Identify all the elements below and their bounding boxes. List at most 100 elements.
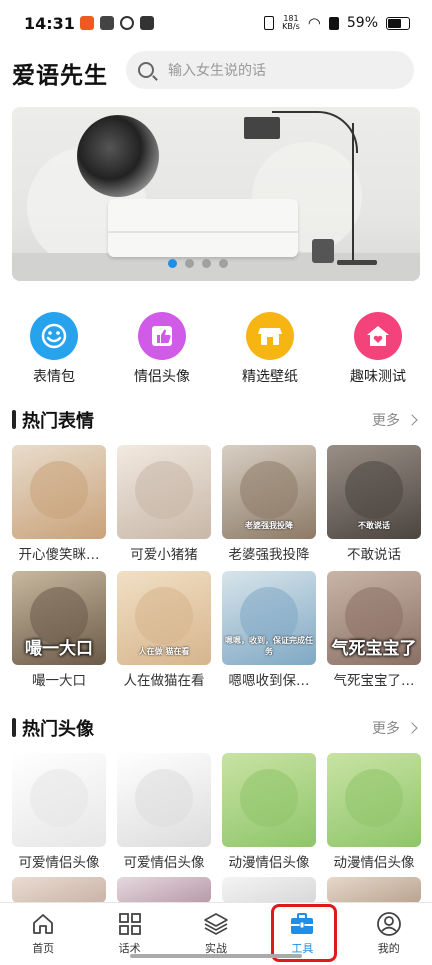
item-name: 气死宝宝了… [333,673,415,689]
thumbnail-image[interactable] [12,753,106,847]
category-label: 趣味测试 [350,369,406,385]
category-label: 情侣头像 [134,369,190,385]
more-label: 更多 [372,413,400,429]
avatar-item[interactable] [12,877,106,903]
search-placeholder[interactable]: 输入女生说的话 [168,60,266,80]
avatar-item[interactable]: 动漫情侣头像 [327,753,421,871]
section-bar [12,410,16,429]
thumbnail-caption: 不敢说话 [358,521,390,530]
thumbnail-image[interactable]: 嗯嗯，收到，保证完成任务 [222,571,316,665]
thumbnail-image[interactable] [12,877,106,903]
thumbnail-caption: 嗯嗯，收到，保证完成任务 [225,636,313,656]
status-bar: 14:31 181 KB/s ◠ 59% [0,0,432,50]
emoji-item[interactable]: 人在做 猫在看 人在做猫在看 [117,571,211,689]
hot-avatar-more-button[interactable]: 更多 [372,718,418,738]
thumbnail-image[interactable] [117,877,211,903]
banner-sofa [108,199,298,257]
hot-emoji-more-button[interactable]: 更多 [372,410,418,430]
item-name: 动漫情侣头像 [333,855,415,871]
section-bar [12,718,16,737]
store-icon [246,312,294,360]
header: 爱语先生 输入女生说的话 [0,50,432,92]
thumbnail-subject [135,769,193,827]
item-name: 嘬一大口 [32,673,86,689]
thumbnail-image[interactable] [327,753,421,847]
thumbnail-image[interactable] [327,877,421,903]
thumbnail-image[interactable] [222,753,316,847]
banner-lamp-arm [272,111,358,153]
tab-label: 我的 [377,942,400,955]
layers-icon [203,911,229,937]
avatar-item[interactable] [222,877,316,903]
banner-indicator [168,259,228,268]
thumbnail-image[interactable] [222,877,316,903]
item-name: 动漫情侣头像 [228,855,310,871]
wifi-icon: ◠ [307,14,321,32]
thumbnail-caption: 老婆强我投降 [245,521,293,530]
hot-avatar-title: 热门头像 [22,719,94,740]
tab-label: 首页 [32,942,55,955]
thumbnail-caption: 嘬一大口 [25,639,93,659]
thumbnail-image[interactable] [12,445,106,539]
banner-dot[interactable] [185,259,194,268]
home-icon [30,911,56,937]
thumbnail-image[interactable] [117,445,211,539]
thumbnail-subject [345,461,403,519]
thumbnail-image[interactable]: 嘬一大口 [12,571,106,665]
emoji-item[interactable]: 可爱小猪猪 [117,445,211,563]
banner-lamp-base [337,260,377,265]
tab-home[interactable]: 首页 [0,903,86,965]
avatar-item[interactable]: 动漫情侣头像 [222,753,316,871]
chevron-right-icon [406,414,418,426]
category-label: 精选壁纸 [242,369,298,385]
thumbnail-subject [345,769,403,827]
item-name: 老婆强我投降 [228,547,310,563]
thumbnail-image[interactable]: 老婆强我投降 [222,445,316,539]
chevron-right-icon [406,722,418,734]
thumbnail-subject [30,769,88,827]
avatar-item[interactable] [117,877,211,903]
emoji-item[interactable]: 不敢说话 不敢说话 [327,445,421,563]
category-item[interactable]: 情侣头像 [108,312,216,386]
emoji-item[interactable]: 老婆强我投降 老婆强我投降 [222,445,316,563]
search-bar[interactable]: 输入女生说的话 [126,51,414,89]
hot-emoji-title: 热门表情 [22,411,94,432]
app-notification-icon [80,16,94,30]
avatar-item[interactable] [327,877,421,903]
item-name: 可爱情侣头像 [18,855,100,871]
category-item[interactable]: 趣味测试 [324,312,432,386]
thumbnail-image[interactable]: 不敢说话 [327,445,421,539]
avatar-item[interactable]: 可爱情侣头像 [12,753,106,871]
status-time: 14:31 [24,14,75,33]
item-name: 可爱情侣头像 [123,855,205,871]
banner-dot[interactable] [168,259,177,268]
emoji-item[interactable]: 嘬一大口 嘬一大口 [12,571,106,689]
category-item[interactable]: 精选壁纸 [216,312,324,386]
emoji-item[interactable]: 气死宝宝了气死宝宝了… [327,571,421,689]
thumbnail-subject [135,461,193,519]
avatar-item[interactable]: 可爱情侣头像 [117,753,211,871]
category-item[interactable]: 表情包 [0,312,108,386]
banner-dot[interactable] [219,259,228,268]
emoji-item[interactable]: 开心傻笑眯… [12,445,106,563]
emoji-item[interactable]: 嗯嗯，收到，保证完成任务嗯嗯收到保… [222,571,316,689]
battery-text: 59% [346,15,378,31]
banner-dot[interactable] [202,259,211,268]
thumbnail-subject [135,587,193,645]
item-name: 嗯嗯收到保… [228,673,310,689]
hot-emoji-header: 热门表情 更多 [0,405,432,435]
thumbnail-image[interactable] [117,753,211,847]
banner-lamp-head [244,117,280,139]
network-speed: 181 KB/s [282,14,300,31]
search-icon [138,62,154,78]
smiley-icon [30,312,78,360]
banner-carousel[interactable] [12,107,420,281]
thumbnail-image[interactable]: 人在做 猫在看 [117,571,211,665]
thumbnail-image[interactable]: 气死宝宝了 [327,571,421,665]
tab-user[interactable]: 我的 [346,903,432,965]
hot-avatar-header: 热门头像 更多 [0,713,432,743]
vibrate-icon [264,16,275,30]
banner-lamp-pole [352,123,354,263]
thumbnail-subject [30,461,88,519]
battery-icon [386,16,410,30]
